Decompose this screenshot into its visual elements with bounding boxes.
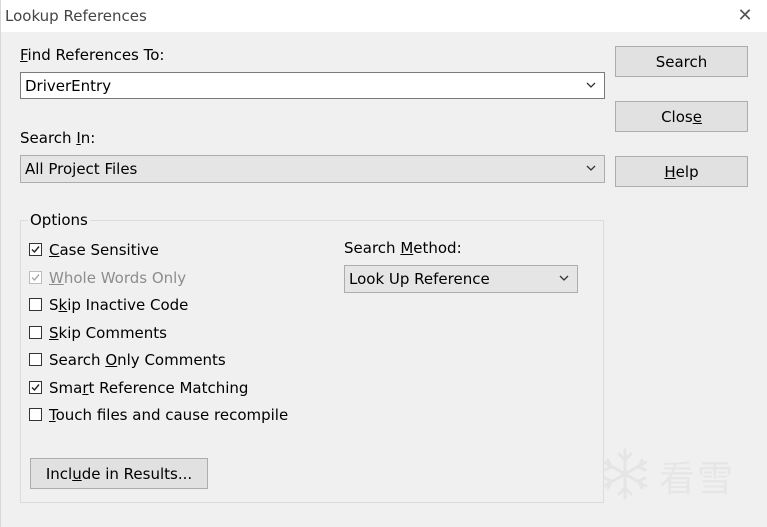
search-method-label: Search Method: — [344, 239, 462, 257]
search-method-combobox[interactable]: Look Up Reference — [344, 265, 578, 293]
skip-inactive-code-label: Skip Inactive Code — [49, 296, 189, 314]
close-button-label: Close — [661, 108, 702, 126]
options-group-title: Options — [28, 211, 90, 229]
checkbox-box[interactable] — [29, 243, 42, 256]
title-bar: Lookup References ✕ — [1, 0, 767, 32]
help-button[interactable]: Help — [615, 156, 748, 187]
skip-comments-label: Skip Comments — [49, 324, 167, 342]
chevron-down-icon[interactable] — [557, 271, 571, 285]
checkmark-icon — [31, 384, 40, 392]
close-icon[interactable]: ✕ — [733, 4, 757, 28]
search-in-value: All Project Files — [25, 160, 138, 178]
chevron-down-icon[interactable] — [584, 78, 598, 92]
search-only-comments-label: Search Only Comments — [49, 351, 226, 369]
watermark: 看雪 — [597, 446, 757, 502]
include-in-results-label: Include in Results... — [45, 465, 193, 483]
checkbox-box[interactable] — [29, 353, 42, 366]
help-button-label: Help — [664, 163, 699, 181]
checkbox-box[interactable] — [29, 381, 42, 394]
checkmark-icon — [31, 246, 40, 254]
chevron-down-icon[interactable] — [584, 161, 598, 175]
search-method-value: Look Up Reference — [349, 270, 490, 288]
checkmark-icon — [31, 274, 40, 282]
checkbox-box — [29, 271, 42, 284]
search-button-label: Search — [655, 53, 708, 71]
search-button[interactable]: Search — [615, 46, 748, 77]
include-in-results-button[interactable]: Include in Results... — [30, 458, 208, 489]
checkbox-box[interactable] — [29, 408, 42, 421]
search-in-combobox[interactable]: All Project Files — [20, 155, 605, 183]
case-sensitive-label: Case Sensitive — [49, 241, 159, 259]
touch-files-recompile-label: Touch files and cause recompile — [49, 406, 289, 424]
checkbox-box[interactable] — [29, 326, 42, 339]
find-references-combobox[interactable]: DriverEntry — [20, 72, 605, 99]
find-references-value: DriverEntry — [25, 77, 112, 95]
dialog-title: Lookup References — [5, 7, 147, 25]
watermark-text: 看雪 — [659, 459, 736, 500]
checkbox-box[interactable] — [29, 298, 42, 311]
search-in-label: Search In: — [20, 129, 96, 147]
lookup-references-dialog: Lookup References ✕ Find References To: … — [0, 0, 767, 527]
find-references-label: Find References To: — [20, 46, 165, 64]
smart-reference-matching-label: Smart Reference Matching — [49, 379, 249, 397]
whole-words-only-label: Whole Words Only — [49, 269, 187, 287]
snowflake-logo-icon — [602, 448, 648, 500]
close-button[interactable]: Close — [615, 101, 748, 132]
